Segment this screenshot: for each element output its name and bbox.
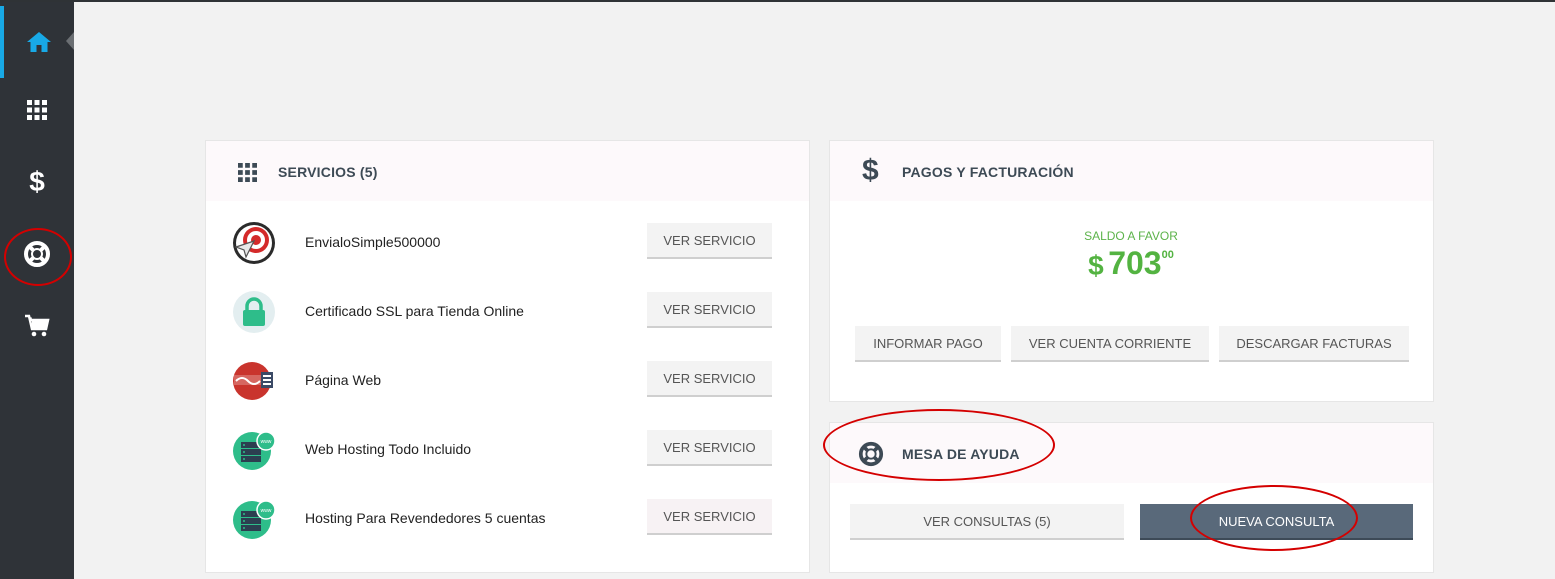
- payments-panel-header: $ PAGOS Y FACTURACIÓN: [830, 141, 1433, 201]
- balance-value: $ 70300: [830, 245, 1432, 282]
- sidebar-item-billing[interactable]: $: [0, 146, 74, 218]
- payments-title: PAGOS Y FACTURACIÓN: [902, 164, 1074, 180]
- server-www-icon: www: [233, 431, 276, 470]
- service-row: www Web Hosting Todo Incluido VER SERVIC…: [206, 410, 808, 479]
- balance-cents: 00: [1161, 249, 1174, 261]
- service-row: www Hosting Para Revendedores 5 cuentas …: [206, 479, 808, 548]
- service-name: Hosting Para Revendedores 5 cuentas: [305, 510, 546, 526]
- balance-label: SALDO A FAVOR: [1084, 229, 1178, 243]
- service-name: Web Hosting Todo Incluido: [305, 441, 472, 457]
- services-panel-header: SERVICIOS (5): [206, 141, 809, 201]
- view-tickets-button[interactable]: VER CONSULTAS (5): [850, 504, 1124, 540]
- padlock-icon: [233, 291, 275, 333]
- service-row: Certificado SSL para Tienda Online VER S…: [206, 272, 808, 341]
- view-service-button[interactable]: VER SERVICIO: [647, 499, 772, 535]
- sitiosimple-logo-icon: [233, 362, 273, 400]
- services-panel: SERVICIOS (5) EnvialoSimple500000 VER SE…: [205, 140, 810, 573]
- lifebuoy-icon: [24, 241, 50, 267]
- services-title: SERVICIOS (5): [278, 164, 378, 180]
- svg-text:www: www: [261, 508, 272, 514]
- balance-currency: $: [1088, 250, 1104, 281]
- sidebar-item-cart[interactable]: [0, 290, 74, 362]
- dollar-icon: $: [29, 166, 45, 197]
- payments-panel: $ PAGOS Y FACTURACIÓN SALDO A FAVOR $ 70…: [829, 140, 1434, 402]
- view-service-button[interactable]: VER SERVICIO: [647, 223, 772, 259]
- cart-icon: [25, 314, 50, 337]
- svg-text:www: www: [261, 439, 272, 445]
- view-service-button[interactable]: VER SERVICIO: [647, 361, 772, 397]
- sidebar-item-home[interactable]: [0, 6, 74, 78]
- service-name: EnvialoSimple500000: [305, 234, 441, 250]
- grid-icon: [238, 163, 257, 182]
- view-service-button[interactable]: VER SERVICIO: [647, 292, 772, 328]
- service-row: Página Web VER SERVICIO: [206, 341, 808, 410]
- lifebuoy-icon: [858, 441, 884, 467]
- balance-amount: 703: [1108, 245, 1162, 281]
- download-invoices-button[interactable]: DESCARGAR FACTURAS: [1219, 326, 1409, 362]
- report-payment-button[interactable]: INFORMAR PAGO: [855, 326, 1001, 362]
- helpdesk-panel: MESA DE AYUDA VER CONSULTAS (5) NUEVA CO…: [829, 422, 1434, 573]
- sidebar-item-helpdesk[interactable]: [0, 218, 74, 290]
- service-name: Certificado SSL para Tienda Online: [305, 303, 524, 319]
- server-www-icon: www: [233, 500, 276, 539]
- helpdesk-panel-header: MESA DE AYUDA: [830, 423, 1433, 483]
- helpdesk-title: MESA DE AYUDA: [902, 446, 1020, 462]
- service-name: Página Web: [305, 372, 382, 388]
- dollar-icon: $: [862, 154, 879, 187]
- sidebar-item-services[interactable]: [0, 74, 74, 146]
- home-icon: [27, 32, 51, 52]
- grid-icon: [27, 100, 47, 120]
- view-service-button[interactable]: VER SERVICIO: [647, 430, 772, 466]
- new-ticket-button[interactable]: NUEVA CONSULTA: [1140, 504, 1413, 540]
- sidebar: $: [0, 2, 74, 579]
- sidebar-active-notch: [66, 32, 74, 50]
- service-row: EnvialoSimple500000 VER SERVICIO: [206, 203, 808, 272]
- view-account-button[interactable]: VER CUENTA CORRIENTE: [1011, 326, 1209, 362]
- paper-plane-target-icon: [233, 222, 275, 264]
